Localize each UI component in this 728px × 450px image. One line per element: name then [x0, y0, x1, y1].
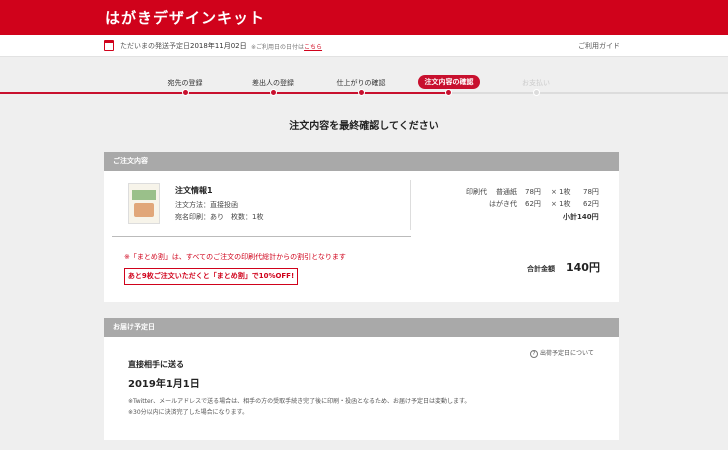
shipping-info-bar: ただいまの発送予定日 2018年11月02日 ※ご利用日の日付はこちら ご利用ガ…	[0, 35, 728, 57]
step-dot	[358, 89, 365, 96]
delivery-date: 2019年1月1日	[128, 379, 200, 390]
total-label: 合計金額	[527, 265, 555, 273]
order-item-title: 注文情報1	[175, 186, 213, 195]
price-label: はがき代	[489, 200, 517, 208]
question-icon: ?	[530, 349, 538, 358]
price-qty: × 1枚	[551, 188, 571, 196]
delivery-method: 直接相手に送る	[128, 360, 184, 369]
app-title[interactable]: はがきデザインキット	[105, 7, 265, 28]
shipping-note: ※ご利用日の日付はこちら	[251, 44, 323, 51]
order-section-header: ご注文内容	[104, 152, 619, 171]
vertical-divider	[410, 180, 411, 230]
delivery-note: ※30分以内に決済完了した場合になります。	[128, 409, 249, 416]
step-dot	[270, 89, 277, 96]
order-method: 注文方法：直接投函	[175, 201, 238, 209]
order-options: 宛名印刷：あり 枚数：1枚	[175, 213, 264, 221]
app-header: はがきデザインキット	[0, 0, 728, 35]
step-preview[interactable]: 仕上がりの確認	[316, 78, 406, 88]
step-dot	[182, 89, 189, 96]
item-divider	[112, 236, 411, 237]
subtotal: 小計140円	[563, 213, 599, 221]
card-thumbnail[interactable]	[128, 183, 160, 224]
total-value: 140円	[566, 261, 600, 274]
step-payment: お支払い	[522, 79, 550, 87]
step-sender[interactable]: 差出人の登録	[228, 78, 318, 88]
bulk-discount-note: ※「まとめ割」は、すべてのご注文の印刷代総計からの割引となります	[124, 253, 346, 261]
step-address[interactable]: 宛先の登録	[140, 78, 230, 88]
shipping-date-help-link[interactable]: ? 出荷予定日について	[530, 348, 594, 358]
shipping-label: ただいまの発送予定日	[120, 42, 190, 50]
step-confirm-active: 注文内容の確認	[418, 75, 480, 89]
bulk-discount-button[interactable]: あと9枚ご注文いただくと「まとめ割」で10%OFF!	[124, 268, 298, 285]
usage-guide-link[interactable]: ご利用ガイド	[578, 41, 620, 51]
progress-line-complete	[0, 92, 448, 94]
progress-line-remaining	[448, 92, 728, 94]
step-dot	[533, 89, 540, 96]
price-qty: × 1枚	[551, 200, 571, 208]
shipping-date: 2018年11月02日	[190, 42, 247, 50]
price-unit: 78円	[525, 188, 541, 196]
shipping-note-link[interactable]: こちら	[304, 44, 322, 51]
thumbnail-art	[134, 203, 154, 217]
page-title: 注文内容を最終確認してください	[289, 121, 439, 132]
step-dot	[445, 89, 452, 96]
calendar-icon	[104, 40, 114, 51]
delivery-section-header: お届け予定日	[104, 318, 619, 337]
price-label: 印刷代	[466, 188, 487, 196]
price-amount: 78円	[583, 188, 599, 196]
price-type: 普通紙	[496, 188, 517, 196]
delivery-note: ※Twitter、メールアドレスで送る場合は、相手の方の受取手続き完了後に印刷・…	[128, 398, 471, 405]
price-unit: 62円	[525, 200, 541, 208]
price-amount: 62円	[583, 200, 599, 208]
thumbnail-art	[132, 190, 156, 200]
